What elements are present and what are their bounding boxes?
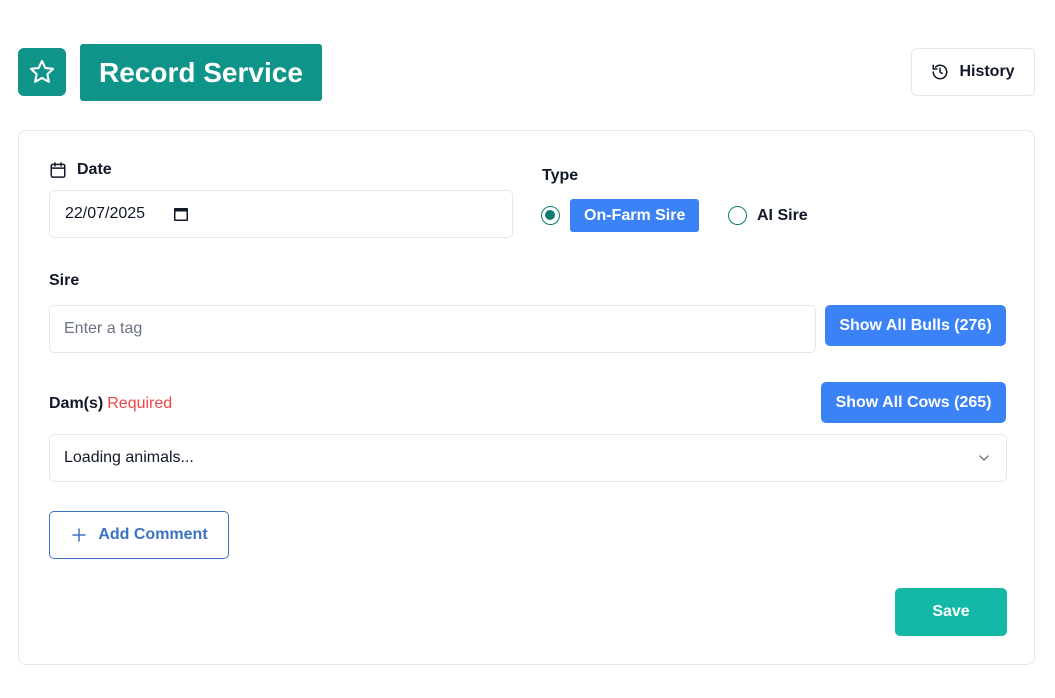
save-button[interactable]: Save bbox=[895, 588, 1007, 636]
date-value: 22/07/2025 bbox=[65, 205, 146, 222]
dam-select-value: Loading animals... bbox=[64, 449, 194, 466]
ai-sire-radio[interactable] bbox=[728, 206, 747, 225]
add-comment-button[interactable]: Add Comment bbox=[49, 511, 229, 559]
type-label: Type bbox=[542, 167, 579, 184]
calendar-icon bbox=[50, 162, 66, 178]
page-title: Record Service bbox=[80, 44, 322, 101]
plus-icon bbox=[72, 528, 87, 542]
sire-label: Sire bbox=[49, 272, 80, 289]
date-label: Date bbox=[77, 161, 112, 178]
add-comment-label: Add Comment bbox=[98, 526, 208, 543]
dam-select[interactable]: Loading animals... bbox=[49, 434, 1007, 482]
dam-label: Dam(s) bbox=[49, 395, 104, 412]
on-farm-sire-radio[interactable] bbox=[541, 206, 560, 225]
service-form-card: Date 22/07/2025 Type On-Farm Sire AI Sir… bbox=[18, 130, 1035, 665]
ai-sire-option-label[interactable]: AI Sire bbox=[757, 207, 808, 225]
star-icon bbox=[29, 59, 55, 83]
sire-tag-input[interactable] bbox=[49, 305, 816, 353]
history-label: History bbox=[959, 63, 1015, 80]
date-label-row: Date bbox=[49, 161, 112, 179]
history-button[interactable]: History bbox=[911, 48, 1035, 96]
dam-label-row: Dam(s) Required bbox=[49, 395, 172, 413]
calendar-picker-icon[interactable] bbox=[173, 206, 189, 222]
page-header: Record Service History bbox=[18, 44, 1035, 102]
required-indicator: Required bbox=[107, 395, 173, 412]
logo-badge bbox=[18, 48, 66, 96]
show-all-bulls-button[interactable]: Show All Bulls (276) bbox=[825, 305, 1006, 346]
show-all-cows-button[interactable]: Show All Cows (265) bbox=[821, 382, 1006, 423]
on-farm-sire-option-label[interactable]: On-Farm Sire bbox=[570, 199, 700, 232]
date-input[interactable]: 22/07/2025 bbox=[49, 190, 513, 238]
chevron-down-icon bbox=[979, 455, 989, 461]
history-icon bbox=[932, 64, 948, 80]
